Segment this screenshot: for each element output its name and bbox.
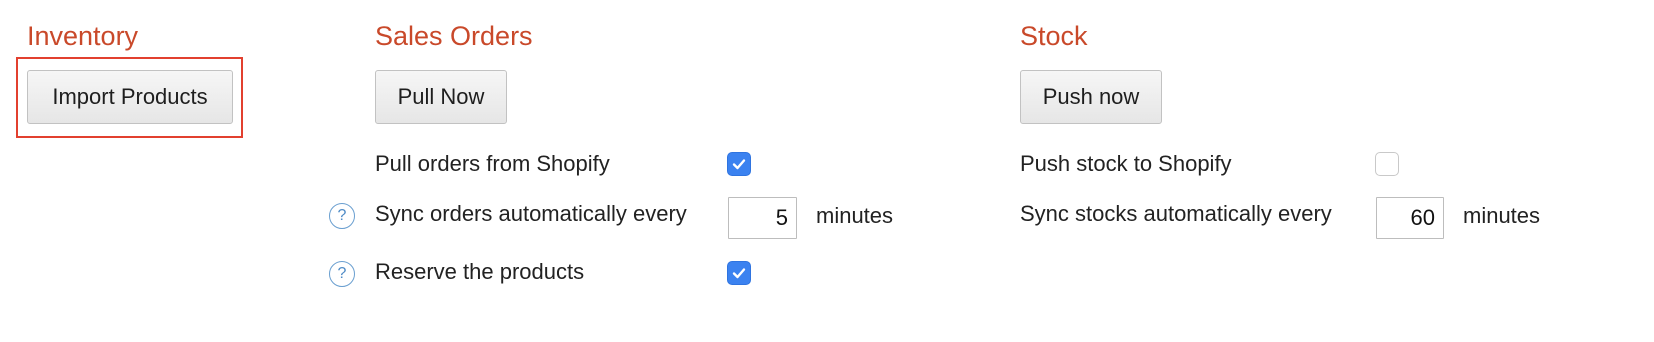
reserve-products-checkbox[interactable] bbox=[727, 261, 751, 285]
checkmark-icon bbox=[732, 159, 746, 170]
push-stock-label: Push stock to Shopify bbox=[1020, 151, 1232, 176]
stock-heading: Stock bbox=[1020, 21, 1088, 51]
sales-orders-heading: Sales Orders bbox=[375, 21, 533, 51]
sync-orders-unit-label: minutes bbox=[816, 203, 894, 228]
reserve-products-help-icon[interactable]: ? bbox=[329, 261, 355, 287]
sync-stocks-label: Sync stocks automatically every bbox=[1020, 201, 1332, 226]
reserve-products-label: Reserve the products bbox=[375, 259, 585, 284]
push-stock-checkbox[interactable] bbox=[1375, 152, 1399, 176]
inventory-heading: Inventory bbox=[27, 21, 139, 51]
sync-orders-interval-input[interactable] bbox=[728, 197, 797, 239]
import-products-button[interactable]: Import Products bbox=[27, 70, 233, 124]
pull-orders-checkbox[interactable] bbox=[727, 152, 751, 176]
sync-settings-page: Inventory Import Products Sales Orders P… bbox=[0, 0, 1654, 342]
sync-stocks-unit-label: minutes bbox=[1463, 203, 1541, 228]
sync-stocks-interval-input[interactable] bbox=[1376, 197, 1444, 239]
pull-orders-label: Pull orders from Shopify bbox=[375, 151, 610, 176]
sync-orders-label: Sync orders automatically every bbox=[375, 201, 687, 226]
checkmark-icon bbox=[732, 268, 746, 279]
push-now-button[interactable]: Push now bbox=[1020, 70, 1162, 124]
pull-now-button[interactable]: Pull Now bbox=[375, 70, 507, 124]
sync-orders-help-icon[interactable]: ? bbox=[329, 203, 355, 229]
